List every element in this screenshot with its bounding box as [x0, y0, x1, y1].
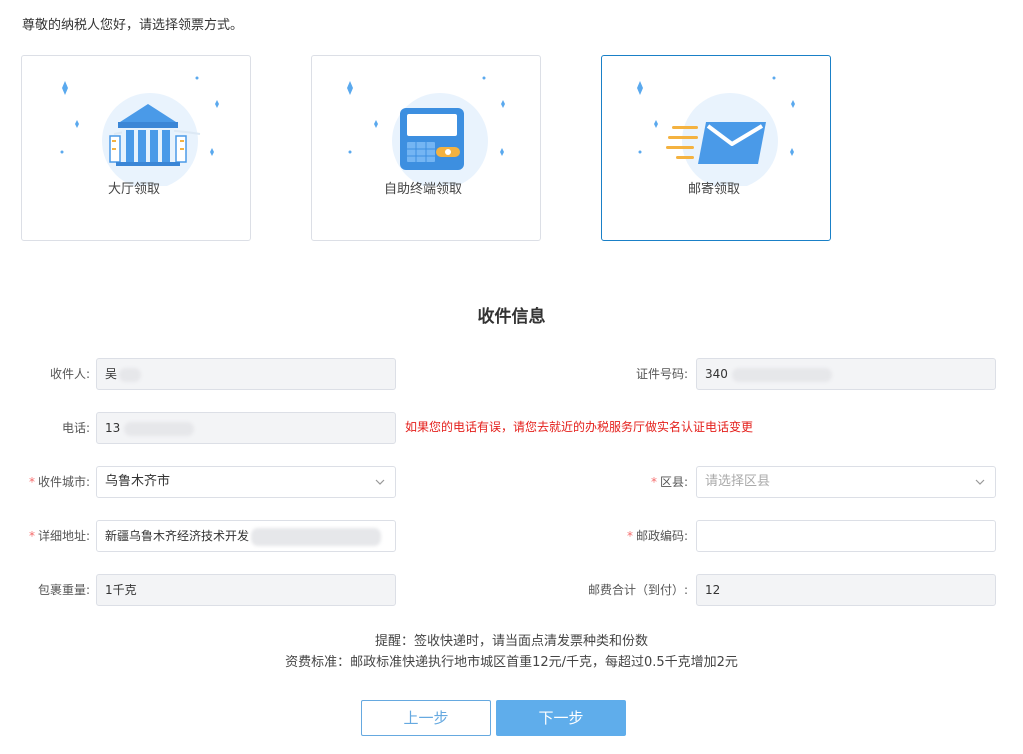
- address-value: 新疆乌鲁木齐经济技术开发: [105, 529, 250, 543]
- pickup-option-label: 大厅领取: [108, 182, 161, 197]
- pickup-option-hall[interactable]: 大厅领取: [21, 55, 251, 241]
- building-icon: [60, 76, 219, 186]
- phone-warning: 如果您的电话有误，请您去就近的办税服务厅做实名认证电话变更: [405, 420, 754, 434]
- next-button[interactable]: 下一步: [496, 700, 626, 736]
- weight-label: 包裹重量:: [37, 583, 90, 597]
- postage-value: 12: [705, 583, 721, 597]
- id-number-field[interactable]: 340: [696, 358, 996, 390]
- weight-field[interactable]: 1千克: [96, 574, 396, 606]
- recipient-value: 吴: [105, 367, 118, 381]
- recipient-label: 收件人:: [49, 367, 90, 381]
- phone-label: 电话:: [61, 421, 90, 435]
- district-label: * 区县:: [650, 475, 688, 489]
- id-number-label: 证件号码:: [635, 367, 688, 381]
- city-select[interactable]: 乌鲁木齐市: [96, 466, 396, 498]
- terminal-icon: [347, 76, 505, 186]
- weight-value: 1千克: [105, 583, 137, 597]
- postcode-label: * 邮政编码:: [626, 529, 688, 543]
- pickup-option-label: 自助终端领取: [384, 182, 463, 197]
- id-number-value: 340: [705, 367, 728, 381]
- phone-field[interactable]: 13: [96, 412, 396, 444]
- city-label: * 收件城市:: [28, 475, 90, 489]
- reminder-note: 提醒：签收快递时，请当面点清发票种类和份数: [374, 634, 648, 649]
- address-field[interactable]: 新疆乌鲁木齐经济技术开发: [96, 520, 396, 552]
- redacted-mask: [119, 367, 142, 382]
- postage-field[interactable]: 12: [696, 574, 996, 606]
- phone-value: 13: [105, 421, 121, 435]
- prev-button[interactable]: 上一步: [361, 700, 491, 736]
- section-title: 收件信息: [477, 307, 546, 327]
- district-select[interactable]: 请选择区县: [696, 466, 996, 498]
- postage-label: 邮费合计（到付）:: [587, 583, 688, 597]
- pickup-option-mail[interactable]: 邮寄领取: [601, 55, 831, 241]
- city-value: 乌鲁木齐市: [105, 474, 171, 489]
- redacted-mask: [251, 527, 382, 546]
- address-label: * 详细地址:: [28, 529, 90, 543]
- page-greeting: 尊敬的纳税人您好，请选择领票方式。: [22, 18, 244, 33]
- chevron-down-icon: [375, 477, 385, 487]
- envelope-icon: [637, 76, 795, 186]
- pickup-option-terminal[interactable]: 自助终端领取: [311, 55, 541, 241]
- chevron-down-icon: [975, 477, 985, 487]
- district-placeholder: 请选择区县: [705, 474, 771, 489]
- redacted-mask: [124, 421, 195, 436]
- recipient-field[interactable]: 吴: [96, 358, 396, 390]
- pickup-option-label: 邮寄领取: [688, 182, 741, 197]
- postcode-field[interactable]: [696, 520, 996, 552]
- fee-standard-note: 资费标准：邮政标准快递执行地市城区首重12元/千克，每超过0.5千克增加2元: [285, 655, 738, 670]
- redacted-mask: [731, 367, 832, 382]
